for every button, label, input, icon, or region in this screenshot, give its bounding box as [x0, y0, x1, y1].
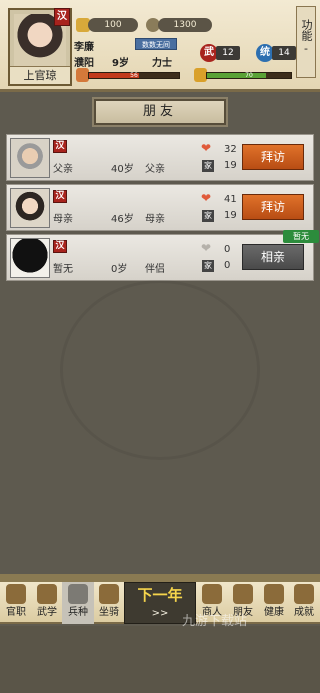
martial-arts-icon: [37, 584, 57, 604]
master-name: 李廉: [74, 42, 94, 53]
function-label: 功能: [300, 19, 313, 41]
character-header: 上官琼 汉 100 1300 李廉 数数无间 濮阳 9岁 力士 武 12 统 1…: [0, 0, 320, 92]
function-arrow: -: [304, 42, 308, 55]
friend-card-spouse: 汉 暂无 0岁 伴侣 ❤ 0 家 0 相亲: [6, 234, 314, 281]
health-nav-icon: [264, 584, 284, 604]
merchant-icon: [202, 584, 222, 604]
mount-icon: [99, 584, 119, 604]
nav-item-health[interactable]: 健康: [258, 582, 290, 624]
friend-card-mother: 汉 母亲 46岁 母亲 ❤ 41 家 19 拜访: [6, 184, 314, 231]
spouse-relation: 伴侣: [145, 264, 165, 275]
matchmaking-button[interactable]: 相亲: [242, 244, 304, 270]
page-title: 朋友: [94, 99, 226, 125]
spouse-clan: 0: [224, 260, 231, 271]
watermark-text: 九游下载站: [182, 614, 248, 629]
nav-item-achievements[interactable]: 成就: [288, 582, 320, 624]
nav-item-troops[interactable]: 兵种: [62, 582, 94, 624]
spouse-affection: 0: [224, 244, 231, 255]
heart-icon: ❤: [201, 141, 212, 155]
nav-label-troops: 兵种: [68, 607, 88, 618]
troops-icon: [68, 584, 88, 604]
mother-affection: 41: [224, 194, 237, 205]
father-nation-badge: 汉: [53, 140, 67, 153]
spouse-age: 0岁: [111, 264, 128, 275]
father-affection: 32: [224, 144, 237, 155]
visit-father-button[interactable]: 拜访: [242, 144, 304, 170]
nav-label-mount: 坐骑: [99, 607, 119, 618]
mother-name: 母亲: [53, 214, 73, 225]
mother-portrait[interactable]: [10, 188, 50, 228]
official-icon: [6, 584, 26, 604]
trophy-icon: [294, 584, 314, 604]
clan-icon: 家: [202, 160, 214, 172]
command-value: 14: [272, 46, 296, 60]
nav-item-mount[interactable]: 坐骑: [93, 582, 125, 624]
mother-nation-badge: 汉: [53, 190, 67, 203]
mood-bar-value: 70: [245, 72, 253, 79]
location-text: 濮阳: [74, 58, 94, 69]
age-text: 9岁: [112, 58, 129, 69]
father-age: 40岁: [111, 164, 134, 175]
father-name: 父亲: [53, 164, 73, 175]
dragon-background-pattern: [60, 280, 260, 460]
gold-amount: 100: [88, 18, 138, 32]
mother-age: 46岁: [111, 214, 134, 225]
nav-item-martial-arts[interactable]: 武学: [31, 582, 63, 624]
clan-icon: 家: [202, 210, 214, 222]
nav-label-health: 健康: [264, 607, 284, 618]
clan-icon: 家: [202, 260, 214, 272]
coin-amount: 1300: [158, 18, 212, 32]
footer-area: [0, 626, 320, 693]
nation-badge: 汉: [54, 8, 70, 26]
mood-bar: 70: [206, 72, 292, 79]
occupation-text: 力士: [152, 58, 172, 69]
martial-value: 12: [216, 46, 240, 60]
spouse-portrait-silhouette: [10, 238, 50, 278]
nav-label-official: 官职: [6, 607, 26, 618]
friend-card-father: 汉 父亲 40岁 父亲 ❤ 32 家 19 拜访: [6, 134, 314, 181]
martial-stat: 武 12: [200, 44, 242, 62]
command-stat: 统 14: [256, 44, 298, 62]
next-year-label: 下一年: [137, 586, 183, 604]
nav-top-strip: [0, 574, 320, 582]
heart-icon: ❤: [201, 241, 212, 255]
nav-item-official[interactable]: 官职: [0, 582, 32, 624]
spouse-name: 暂无: [53, 264, 73, 275]
visit-mother-button[interactable]: 拜访: [242, 194, 304, 220]
character-tag: 数数无间: [135, 38, 177, 50]
function-button[interactable]: 功能 -: [296, 6, 316, 78]
father-portrait[interactable]: [10, 138, 50, 178]
father-relation: 父亲: [145, 164, 165, 175]
health-bar: 56: [88, 72, 180, 79]
character-name: 上官琼: [10, 66, 70, 84]
father-clan: 19: [224, 160, 237, 171]
mother-relation: 母亲: [145, 214, 165, 225]
spouse-nation-badge: 汉: [53, 240, 67, 253]
mother-clan: 19: [224, 210, 237, 221]
nav-label-achievements: 成就: [294, 607, 314, 618]
heart-icon: ❤: [201, 191, 212, 205]
none-status-tag: 暂无: [283, 230, 319, 243]
nav-label-martial-arts: 武学: [37, 607, 57, 618]
health-bar-value: 56: [130, 72, 138, 79]
handshake-icon: [233, 584, 253, 604]
